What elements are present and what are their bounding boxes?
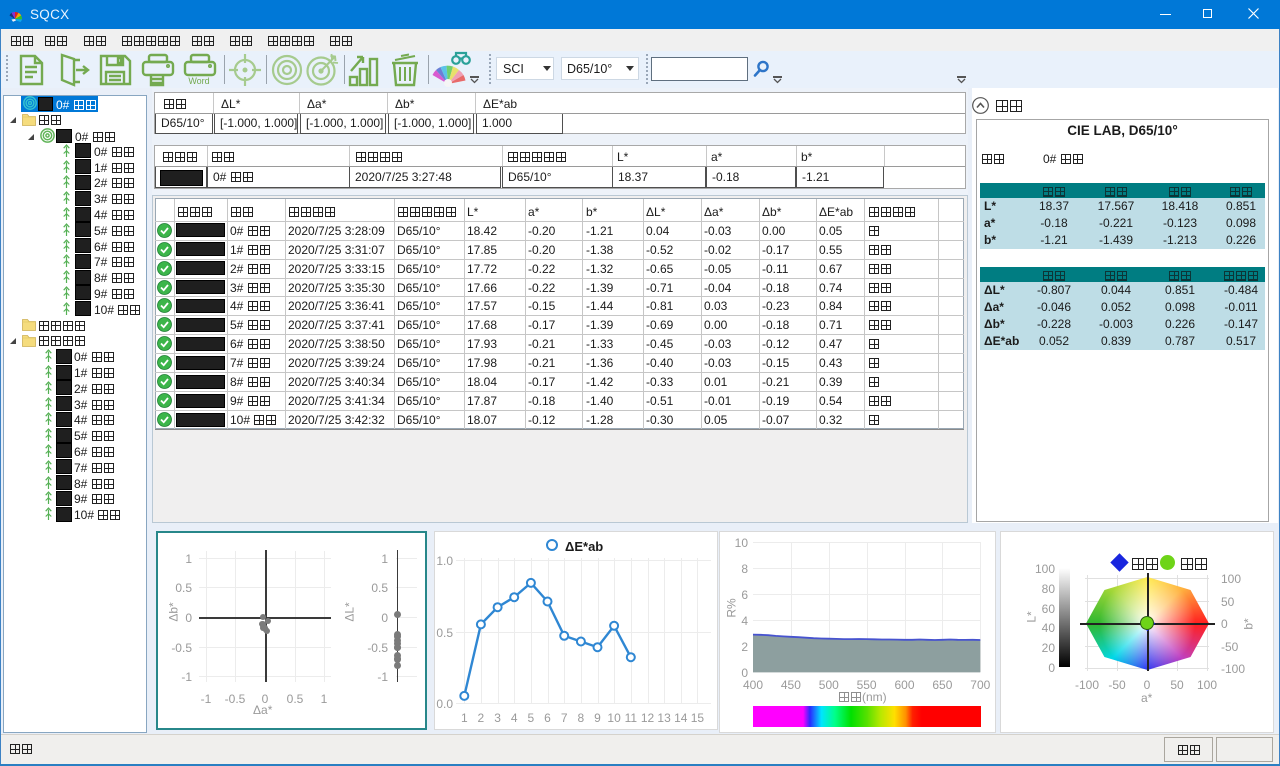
svg-text:Word: Word <box>188 76 209 86</box>
